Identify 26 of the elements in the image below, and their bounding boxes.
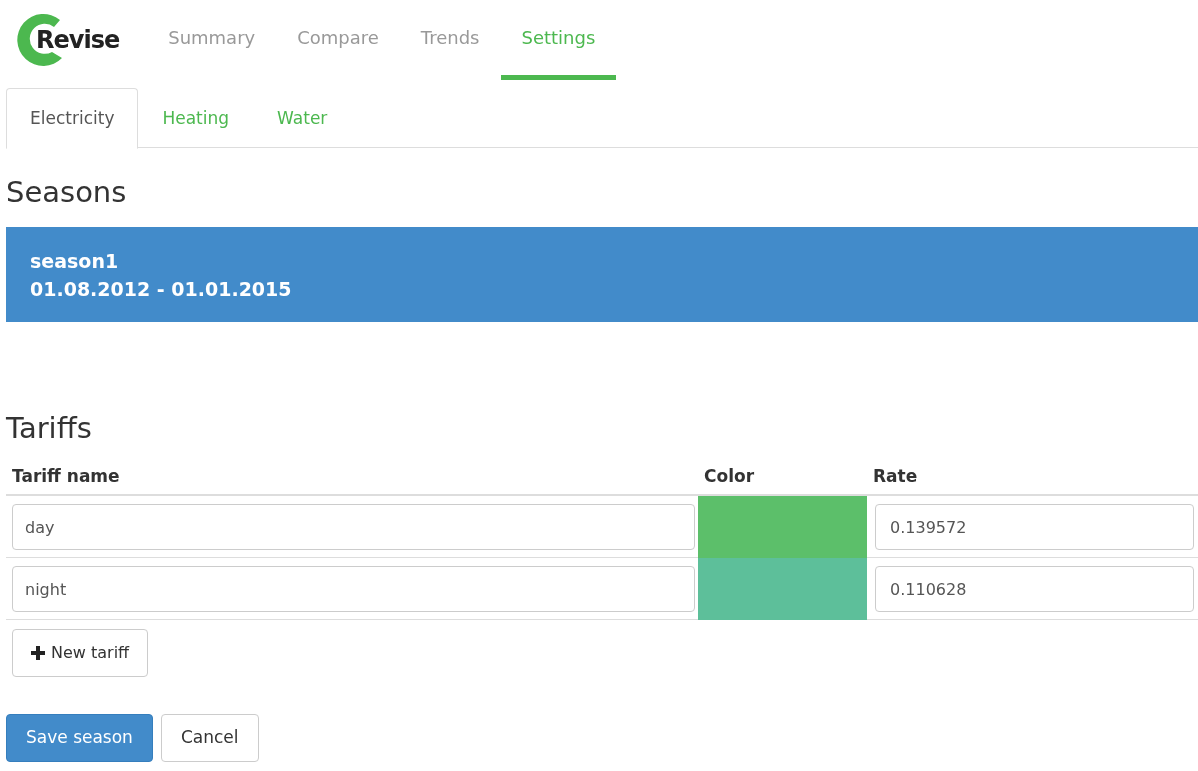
section-heading: Seasons — [6, 174, 128, 210]
cancel-button[interactable]: Cancel — [160, 714, 259, 762]
tab[interactable]: Electricity — [6, 88, 139, 149]
rate-field[interactable]: 0.139572 — [875, 504, 1194, 550]
plus-icon — [31, 646, 45, 660]
season-dates: 01.08.2012 - 01.01.2015 — [30, 276, 293, 301]
nav-link[interactable]: Settings — [500, 0, 617, 80]
color-swatch[interactable] — [698, 558, 867, 620]
season-name: season1 — [30, 248, 120, 273]
season-item[interactable]: season1 01.08.2012 - 01.01.2015 — [6, 227, 1198, 322]
section-heading: Tariffs — [6, 410, 93, 446]
column-header: Rate — [872, 465, 919, 489]
logo-text: Revise — [36, 25, 120, 56]
new-tariff-button[interactable]: New tariff — [12, 629, 149, 677]
tab[interactable]: Heating — [138, 88, 254, 149]
tab[interactable]: Water — [253, 88, 352, 149]
nav-link[interactable]: Summary — [147, 0, 277, 80]
save-button[interactable]: Save season — [6, 714, 153, 762]
rate-field[interactable]: 0.110628 — [875, 566, 1194, 612]
tariff-name-field[interactable]: day — [12, 504, 695, 550]
nav-link[interactable]: Trends — [399, 0, 501, 80]
nav-link[interactable]: Compare — [276, 0, 400, 80]
column-header: Color — [703, 465, 756, 489]
color-swatch[interactable] — [698, 496, 867, 558]
column-header: Tariff name — [11, 465, 121, 489]
tariff-name-field[interactable]: night — [12, 566, 695, 612]
